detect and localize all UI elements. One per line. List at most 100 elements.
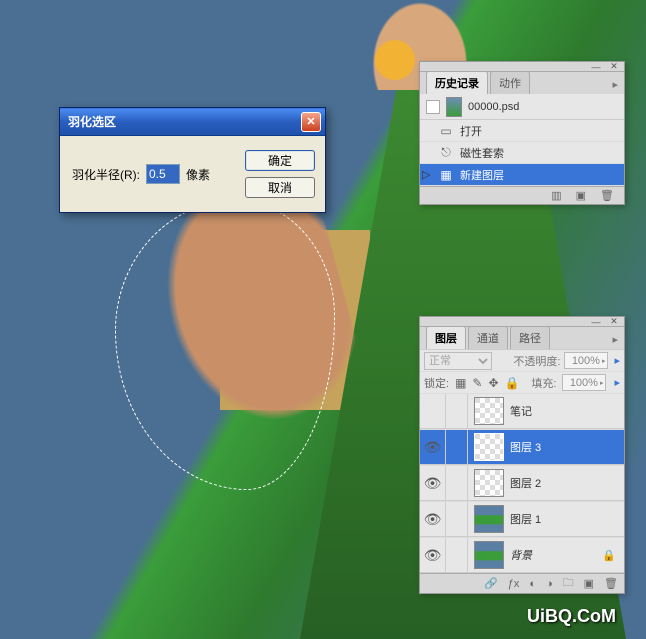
- link-layers-icon[interactable]: 🔗: [484, 577, 498, 590]
- feather-unit-label: 像素: [186, 166, 210, 183]
- layer-list: 笔记 👁 图层 3 👁 图层 2 👁 图层 1 👁 背景 🔒: [420, 393, 624, 573]
- watermark-text: UiBQ.CoM: [527, 606, 616, 627]
- layer-thumbnail[interactable]: [474, 469, 504, 497]
- ok-button[interactable]: 确定: [245, 150, 315, 171]
- lock-icon: 🔒: [602, 549, 616, 562]
- visibility-toggle[interactable]: 👁: [420, 466, 446, 500]
- layer-row-background[interactable]: 👁 背景 🔒: [420, 537, 624, 573]
- fill-value-box[interactable]: 100% ▸: [562, 374, 606, 391]
- tab-actions[interactable]: 动作: [490, 71, 530, 94]
- layer-name: 笔记: [510, 403, 532, 419]
- new-layer-icon: ▦: [438, 167, 454, 183]
- history-item-label: 打开: [460, 123, 482, 139]
- photo-arm: [120, 179, 380, 482]
- lock-fill-row: 锁定: ▦ ✎ ✥ 🔒 填充: 100% ▸ ▸: [420, 371, 624, 393]
- visibility-toggle[interactable]: 👁: [420, 502, 446, 536]
- lock-all-icon[interactable]: 🔒: [505, 376, 520, 390]
- opacity-value: 100%: [572, 355, 600, 367]
- blend-opacity-row: 正常 不透明度: 100% ▸ ▸: [420, 349, 624, 371]
- chevron-right-icon[interactable]: ▸: [602, 357, 606, 365]
- blend-mode-select[interactable]: 正常: [424, 352, 492, 370]
- lock-icons-group: ▦ ✎ ✥ 🔒: [455, 376, 519, 390]
- source-document-name: 00000.psd: [468, 101, 519, 113]
- panel-menu-icon[interactable]: ▸: [606, 75, 624, 94]
- trash-icon[interactable]: 🗑: [600, 189, 614, 202]
- tab-paths[interactable]: 路径: [510, 326, 550, 349]
- feather-dialog: 羽化选区 ✕ 羽化半径(R): 像素 确定 取消: [59, 107, 326, 213]
- minimize-icon[interactable]: —: [590, 317, 602, 327]
- history-item-magnetic-lasso[interactable]: ⎋ 磁性套索: [420, 142, 624, 164]
- new-group-icon[interactable]: 🗀: [563, 574, 574, 593]
- magnetic-lasso-icon: ⎋: [438, 145, 454, 161]
- trash-icon[interactable]: 🗑: [604, 577, 618, 590]
- feather-dialog-title: 羽化选区: [68, 113, 116, 130]
- layer-name: 图层 2: [510, 475, 541, 491]
- close-icon[interactable]: ✕: [608, 62, 620, 72]
- adjustment-layer-icon[interactable]: ◑: [546, 578, 553, 590]
- lock-label: 锁定:: [424, 375, 449, 391]
- flyout-icon[interactable]: ▸: [612, 354, 620, 367]
- feather-dialog-titlebar[interactable]: 羽化选区 ✕: [60, 108, 325, 136]
- history-source-row[interactable]: 00000.psd: [420, 94, 624, 120]
- fill-label: 填充:: [531, 375, 556, 391]
- layers-panel-footer: 🔗 ƒx ◐ ◑ 🗀 ▣ 🗑: [420, 573, 624, 593]
- fill-value: 100%: [570, 377, 598, 389]
- tab-history[interactable]: 历史记录: [426, 71, 488, 94]
- visibility-toggle[interactable]: 👁: [420, 430, 446, 464]
- layer-name: 背景: [510, 547, 532, 563]
- history-item-new-layer[interactable]: ▷ ▦ 新建图层: [420, 164, 624, 186]
- snapshot-brush-icon[interactable]: [426, 100, 440, 114]
- lock-position-icon[interactable]: ✥: [488, 376, 498, 390]
- history-item-label: 新建图层: [460, 167, 504, 183]
- tab-channels[interactable]: 通道: [468, 326, 508, 349]
- visibility-toggle[interactable]: [420, 394, 446, 428]
- opacity-label: 不透明度:: [513, 353, 560, 369]
- history-panel: — ✕ 历史记录 动作 ▸ 00000.psd ▭ 打开 ⎋ 磁性套索 ▷ ▦ …: [419, 61, 625, 205]
- history-tabs: 历史记录 动作 ▸: [420, 72, 624, 94]
- new-snapshot-icon[interactable]: ▣: [576, 189, 586, 202]
- layer-thumbnail[interactable]: [474, 505, 504, 533]
- panel-menu-icon[interactable]: ▸: [606, 330, 624, 349]
- minimize-icon[interactable]: —: [590, 62, 602, 72]
- open-icon: ▭: [438, 123, 454, 139]
- layer-row-notes[interactable]: 笔记: [420, 393, 624, 429]
- link-cell[interactable]: [446, 538, 468, 572]
- link-cell[interactable]: [446, 394, 468, 428]
- create-document-icon[interactable]: ▥: [551, 189, 561, 202]
- feather-radius-label: 羽化半径(R):: [72, 166, 140, 183]
- layer-row-layer3[interactable]: 👁 图层 3: [420, 429, 624, 465]
- lock-pixels-icon[interactable]: ✎: [472, 376, 482, 390]
- layer-thumbnail[interactable]: [474, 397, 504, 425]
- layers-tabs: 图层 通道 路径 ▸: [420, 327, 624, 349]
- layer-thumbnail[interactable]: [474, 433, 504, 461]
- layer-name: 图层 1: [510, 511, 541, 527]
- tab-layers[interactable]: 图层: [426, 326, 466, 349]
- history-current-marker-icon: ▷: [422, 168, 430, 181]
- layers-panel: — ✕ 图层 通道 路径 ▸ 正常 不透明度: 100% ▸ ▸ 锁定: ▦ ✎…: [419, 316, 625, 594]
- chevron-right-icon[interactable]: ▸: [600, 379, 604, 387]
- history-item-open[interactable]: ▭ 打开: [420, 120, 624, 142]
- history-item-label: 磁性套索: [460, 145, 504, 161]
- close-icon[interactable]: ✕: [301, 112, 321, 132]
- link-cell[interactable]: [446, 430, 468, 464]
- layer-style-icon[interactable]: ƒx: [508, 578, 520, 590]
- visibility-toggle[interactable]: 👁: [420, 538, 446, 572]
- layer-mask-icon[interactable]: ◐: [529, 578, 536, 590]
- history-list: ▭ 打开 ⎋ 磁性套索 ▷ ▦ 新建图层: [420, 120, 624, 186]
- layer-thumbnail[interactable]: [474, 541, 504, 569]
- opacity-value-box[interactable]: 100% ▸: [564, 352, 608, 369]
- flyout-icon[interactable]: ▸: [612, 376, 620, 389]
- photo-earring: [375, 40, 415, 80]
- layer-row-layer1[interactable]: 👁 图层 1: [420, 501, 624, 537]
- link-cell[interactable]: [446, 502, 468, 536]
- new-layer-icon[interactable]: ▣: [584, 577, 594, 590]
- document-thumbnail: [446, 97, 462, 117]
- cancel-button[interactable]: 取消: [245, 177, 315, 198]
- close-icon[interactable]: ✕: [608, 317, 620, 327]
- layer-row-layer2[interactable]: 👁 图层 2: [420, 465, 624, 501]
- feather-radius-input[interactable]: [146, 164, 180, 184]
- link-cell[interactable]: [446, 466, 468, 500]
- history-panel-footer: ▥ ▣ 🗑: [420, 186, 624, 204]
- lock-transparency-icon[interactable]: ▦: [455, 376, 466, 390]
- layer-name: 图层 3: [510, 439, 541, 455]
